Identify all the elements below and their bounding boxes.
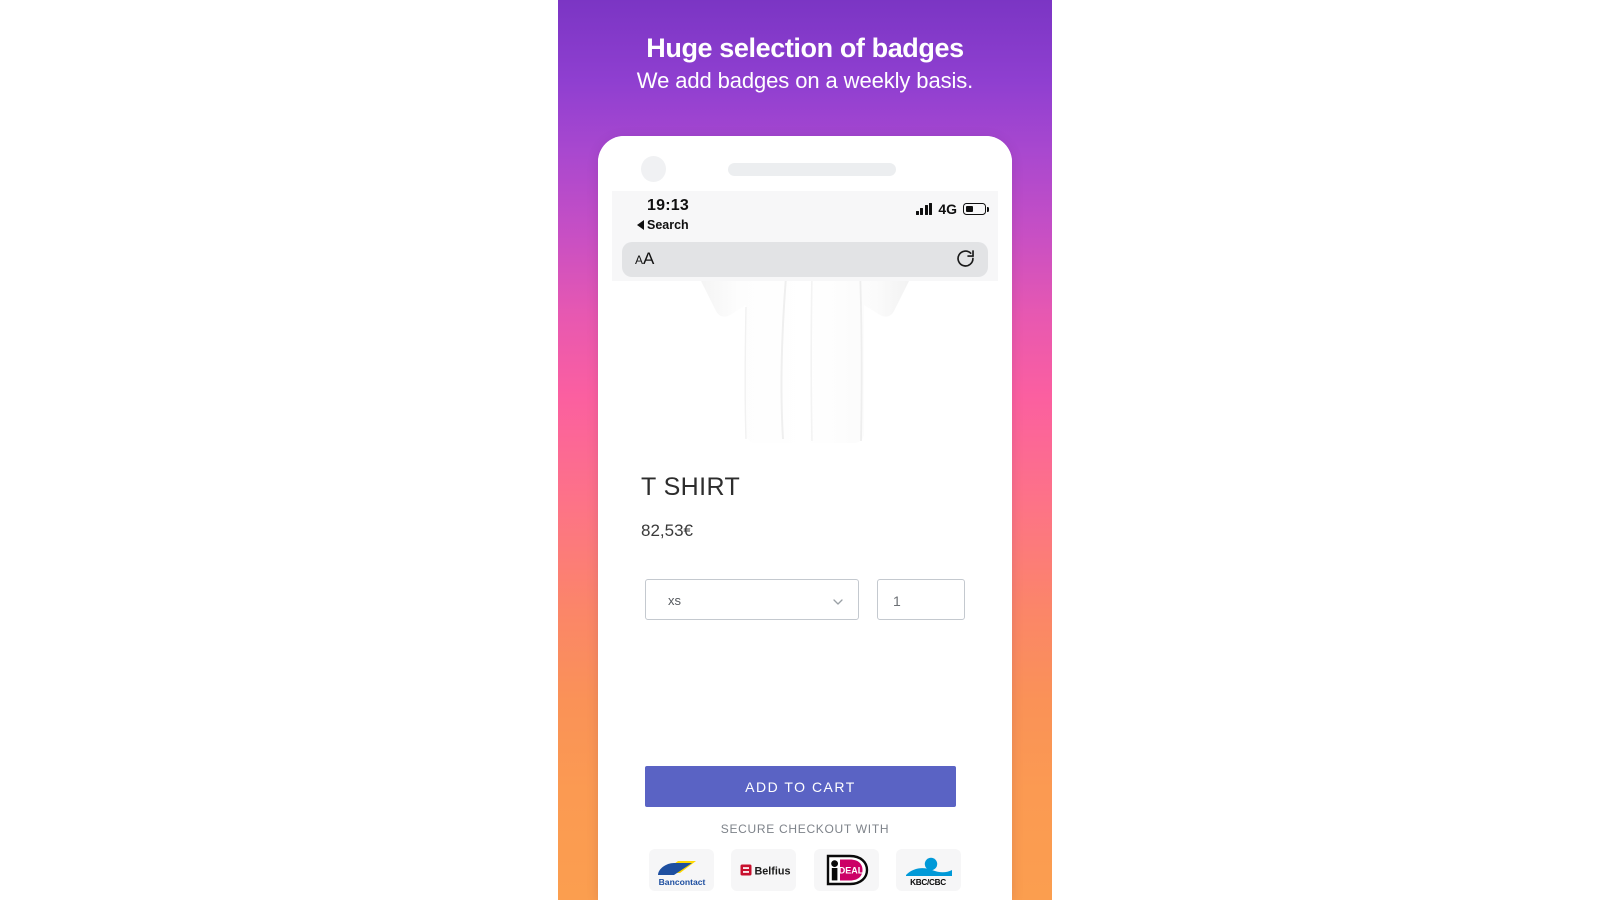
phone-mockup: 19:13 Search 4G AA T SHIRT 82,53€ xs 1 A… [598,136,1012,900]
svg-text:DEAL: DEAL [839,866,864,876]
back-label: Search [647,218,689,232]
browser-chrome-top [598,136,1012,191]
back-arrow-icon [637,220,644,230]
ios-status-bar: 19:13 Search 4G [612,191,998,238]
quantity-input[interactable]: 1 [877,579,965,620]
product-price: 82,53€ [641,521,693,540]
text-size-icon[interactable]: AA [635,250,654,268]
network-type-label: 4G [938,201,957,217]
product-page: T SHIRT 82,53€ xs 1 ADD TO CART SECURE C… [612,281,998,900]
payment-badge-belfius: Belfius [731,849,797,891]
status-indicators: 4G [915,201,989,217]
chrome-text-placeholder [728,163,896,176]
variant-row: xs 1 [645,579,965,620]
quantity-value: 1 [893,593,901,609]
bancontact-logo-icon: Bancontact [657,861,705,887]
screenshot-root: Huge selection of badges We add badges o… [0,0,1600,900]
promo-subheading: We add badges on a weekly basis. [636,68,974,93]
chrome-avatar-placeholder [641,156,666,182]
size-select-value: xs [668,593,681,608]
chevron-down-icon [832,595,844,607]
svg-text:Bancontact: Bancontact [658,877,705,887]
secure-checkout-label: SECURE CHECKOUT WITH [720,822,890,836]
back-to-search-link[interactable]: Search [637,218,689,232]
ideal-logo-icon: DEAL [826,854,869,886]
promo-heading: Huge selection of badges [646,33,964,63]
tshirt-illustration [701,281,909,443]
product-image[interactable] [612,281,998,453]
battery-icon [963,203,989,215]
promo-panel: Huge selection of badges We add badges o… [558,0,1052,900]
reload-icon[interactable] [955,248,976,269]
payment-badge-kbc-cbc: KBC/CBC [895,849,961,891]
svg-text:KBC/CBC: KBC/CBC [911,878,947,887]
safari-toolbar: AA [612,238,998,281]
kbc-cbc-logo-icon: KBC/CBC [906,857,953,887]
svg-text:Belfius: Belfius [754,865,790,877]
signal-strength-icon [915,202,933,215]
safari-address-field[interactable]: AA [622,242,988,277]
size-select[interactable]: xs [645,579,859,620]
belfius-logo-icon: Belfius [740,864,790,877]
status-time: 19:13 [647,197,689,214]
product-title: T SHIRT [641,473,741,501]
payment-badge-bancontact: Bancontact [649,849,714,891]
payment-badge-row: Bancontact Belfius DEAL KBC/CBC [649,849,961,891]
payment-badge-ideal: DEAL [813,849,879,891]
add-to-cart-button[interactable]: ADD TO CART [645,766,956,807]
